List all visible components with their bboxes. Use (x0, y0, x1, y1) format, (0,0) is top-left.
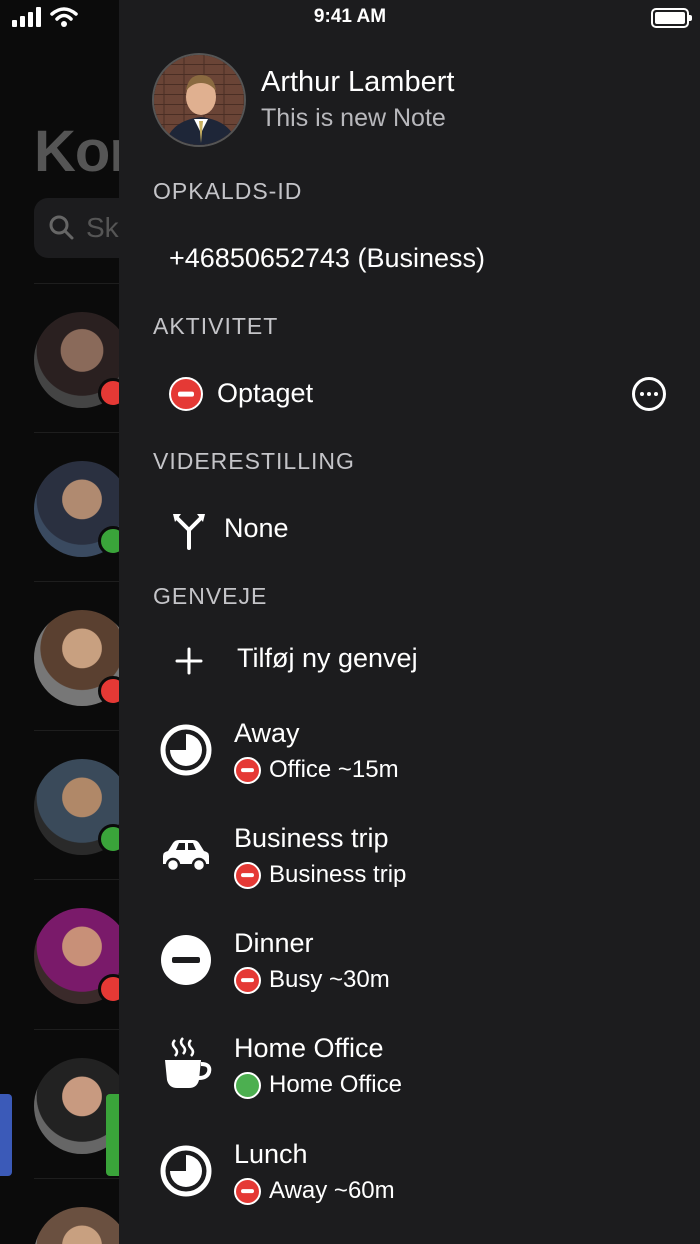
clock-icon (160, 724, 212, 776)
section-header-shortcuts: GENVEJE (153, 583, 268, 609)
busy-badge (98, 378, 120, 408)
available-badge (98, 526, 120, 556)
status-time: 9:41 AM (313, 6, 387, 27)
contacts-title: Kon (34, 119, 120, 184)
swipe-action-green[interactable] (106, 1094, 120, 1176)
shortcut-title[interactable]: Away (234, 718, 300, 749)
status-drawer: Arthur Lambert This is new Note OPKALDS-… (119, 0, 700, 1244)
search-placeholder: Sk (86, 212, 119, 243)
divider (34, 1178, 120, 1179)
busy-status-icon (169, 377, 203, 411)
contact-avatar[interactable] (34, 1207, 120, 1244)
busy-status-icon (234, 1177, 261, 1205)
shortcut-subtitle: Business trip (234, 861, 406, 889)
shortcut-subtitle: Home Office (234, 1071, 402, 1099)
busy-status-icon (234, 966, 261, 994)
shortcut-title[interactable]: Lunch (234, 1139, 308, 1170)
section-header-activity: AKTIVITET (153, 313, 279, 339)
swipe-action-blue[interactable] (0, 1094, 12, 1176)
shortcut-status-label: Business trip (269, 861, 407, 888)
shortcut-subtitle: Away ~60m (234, 1177, 395, 1205)
contacts-background: Kon Sk (0, 0, 120, 1244)
coffee-icon (165, 1037, 212, 1088)
shortcut-title[interactable]: Home Office (234, 1033, 384, 1064)
section-header-forwarding: VIDERESTILLING (153, 448, 355, 474)
shortcut-title[interactable]: Dinner (234, 928, 314, 959)
minus-circle-icon (161, 935, 211, 985)
car-icon (163, 840, 209, 873)
shortcut-status-label: Busy ~30m (269, 966, 390, 993)
profile-avatar[interactable] (152, 53, 246, 147)
profile-name: Arthur Lambert (261, 66, 455, 98)
busy-badge (98, 974, 120, 1004)
shortcut-subtitle: Busy ~30m (234, 966, 390, 994)
available-badge (98, 824, 120, 854)
busy-status-icon (234, 861, 261, 889)
divider (34, 879, 120, 880)
busy-badge (98, 676, 120, 706)
forwarding-value[interactable]: None (224, 513, 289, 544)
search-icon (49, 215, 74, 240)
profile-note[interactable]: This is new Note (261, 104, 446, 133)
contacts-search-input[interactable]: Sk (34, 198, 120, 258)
busy-status-icon (234, 756, 261, 784)
plus-icon[interactable] (175, 647, 203, 675)
shortcut-status-label: Home Office (269, 1071, 402, 1098)
activity-value[interactable]: Optaget (217, 378, 313, 409)
divider (34, 432, 120, 433)
more-options-button[interactable] (632, 377, 666, 411)
available-status-icon (234, 1071, 261, 1099)
divider (34, 1029, 120, 1030)
divider (34, 581, 120, 582)
shortcut-subtitle: Office ~15m (234, 756, 399, 784)
profile-photo (154, 55, 244, 145)
shortcut-title[interactable]: Business trip (234, 823, 389, 854)
divider (34, 283, 120, 284)
clock-icon (160, 1145, 212, 1197)
add-shortcut-button[interactable]: Tilføj ny genvej (237, 643, 418, 674)
battery-icon (651, 8, 692, 28)
divider (34, 730, 120, 731)
section-header-caller-id: OPKALDS-ID (153, 178, 303, 204)
shortcut-status-label: Office ~15m (269, 756, 399, 783)
shortcut-status-label: Away ~60m (269, 1177, 395, 1204)
forward-split-icon (173, 514, 205, 550)
caller-id-value[interactable]: +46850652743 (Business) (169, 243, 485, 274)
